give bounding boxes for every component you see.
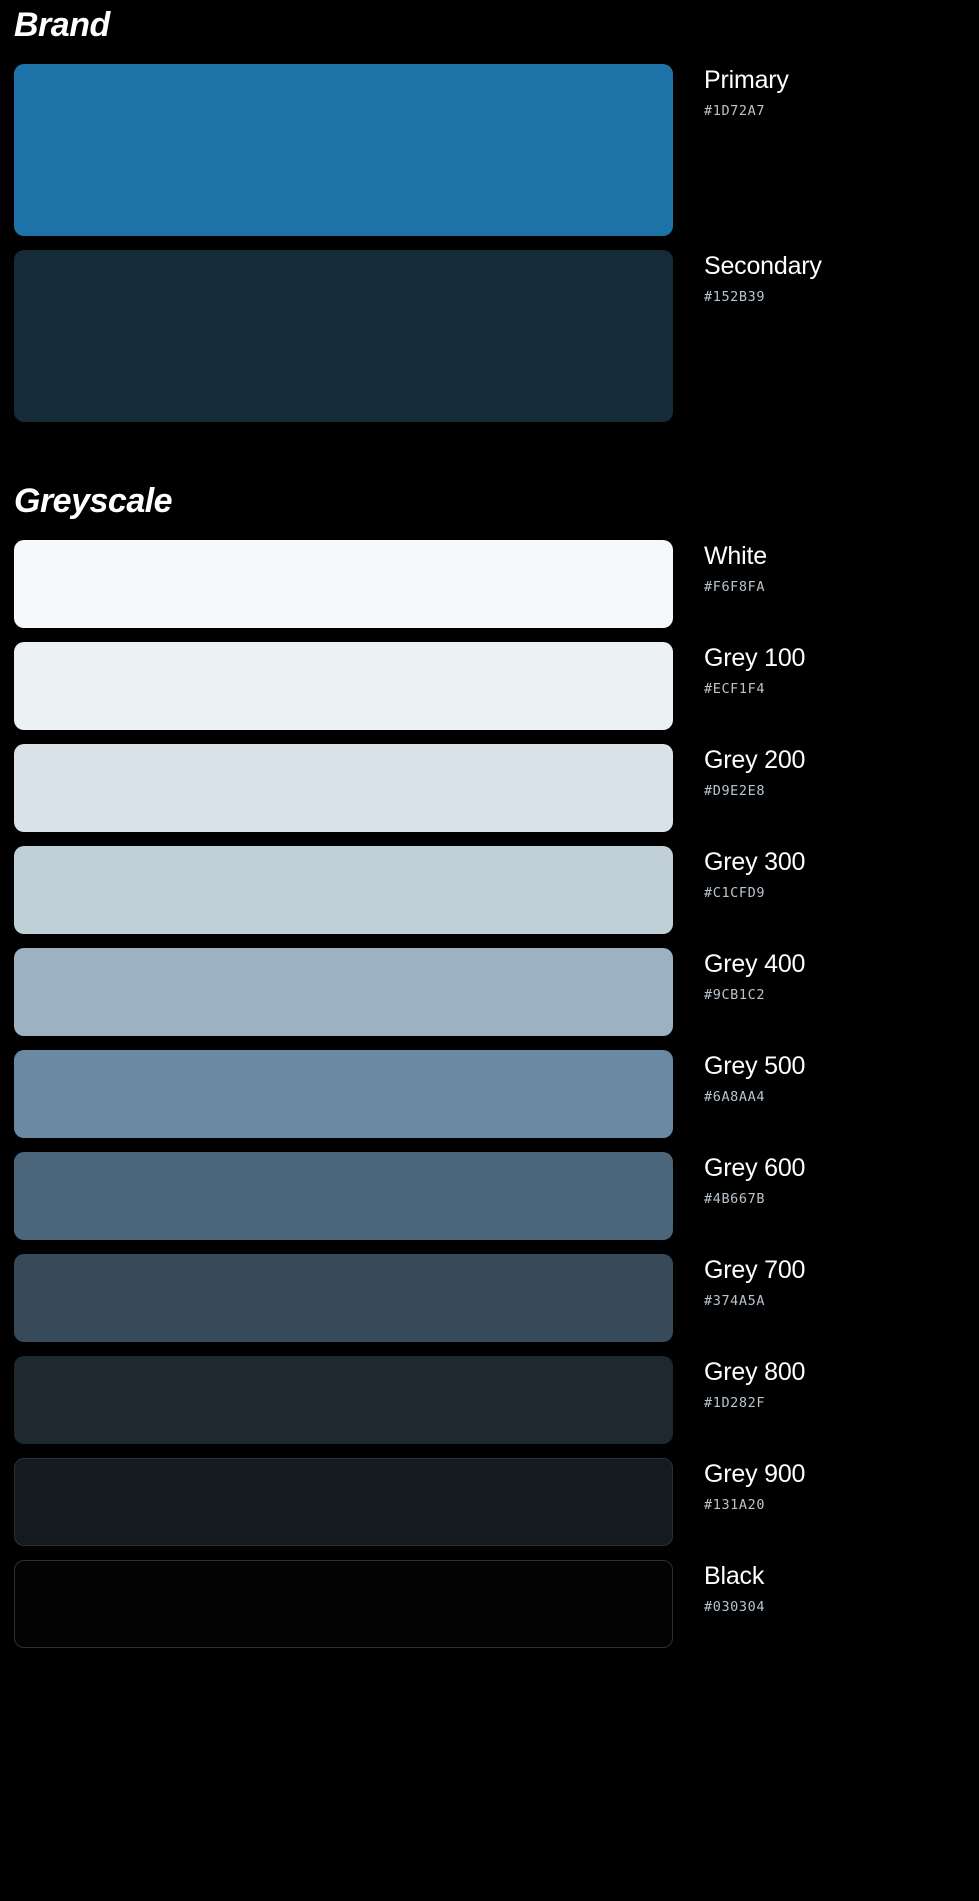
color-swatch-grey-700[interactable] — [14, 1254, 673, 1342]
color-swatch-grey-200[interactable] — [14, 744, 673, 832]
swatch-meta: Grey 200 #D9E2E8 — [673, 744, 979, 799]
swatch-hex-value: #030304 — [704, 1598, 766, 1615]
swatch-name: Grey 500 — [704, 1052, 806, 1080]
swatch-row[interactable]: Grey 700 #374A5A — [0, 1254, 979, 1342]
color-swatch-white[interactable] — [14, 540, 673, 628]
color-swatch-grey-900[interactable] — [14, 1458, 673, 1546]
swatch-meta: Primary #1D72A7 — [673, 64, 979, 119]
swatch-hex-value: #F6F8FA — [704, 578, 766, 595]
swatch-name: Grey 900 — [704, 1460, 806, 1488]
swatch-row[interactable]: Secondary #152B39 — [0, 250, 979, 422]
swatch-row[interactable]: Grey 800 #1D282F — [0, 1356, 979, 1444]
swatch-hex-value: #152B39 — [704, 288, 766, 305]
swatch-row[interactable]: Primary #1D72A7 — [0, 64, 979, 236]
color-swatch-grey-100[interactable] — [14, 642, 673, 730]
swatch-row[interactable]: White #F6F8FA — [0, 540, 979, 628]
swatch-name: Grey 400 — [704, 950, 806, 978]
swatch-name: Grey 200 — [704, 746, 806, 774]
swatch-meta: Grey 800 #1D282F — [673, 1356, 979, 1411]
swatch-row[interactable]: Grey 600 #4B667B — [0, 1152, 979, 1240]
swatch-name: Grey 600 — [704, 1154, 806, 1182]
section-title-greyscale: Greyscale — [14, 482, 173, 520]
color-swatch-grey-500[interactable] — [14, 1050, 673, 1138]
swatch-row[interactable]: Grey 200 #D9E2E8 — [0, 744, 979, 832]
swatch-hex-value: #4B667B — [704, 1190, 766, 1207]
swatch-meta: Grey 600 #4B667B — [673, 1152, 979, 1207]
swatch-name: Grey 800 — [704, 1358, 806, 1386]
color-swatch-grey-300[interactable] — [14, 846, 673, 934]
page-bottom-spacer — [0, 1662, 979, 1702]
swatch-list-brand: Primary #1D72A7 Secondary #152B39 — [0, 64, 979, 422]
swatch-hex-value: #1D72A7 — [704, 102, 766, 119]
section-brand: Brand Primary #1D72A7 Secondary #152B39 — [0, 0, 979, 422]
swatch-hex-value: #C1CFD9 — [704, 884, 766, 901]
swatch-name: White — [704, 542, 767, 570]
color-swatch-black[interactable] — [14, 1560, 673, 1648]
swatch-hex-value: #6A8AA4 — [704, 1088, 766, 1105]
swatch-meta: White #F6F8FA — [673, 540, 979, 595]
swatch-row[interactable]: Grey 900 #131A20 — [0, 1458, 979, 1546]
color-swatch-secondary[interactable] — [14, 250, 673, 422]
swatch-meta: Secondary #152B39 — [673, 250, 979, 305]
swatch-meta: Grey 900 #131A20 — [673, 1458, 979, 1513]
swatch-name: Secondary — [704, 252, 822, 280]
color-palette-page: Brand Primary #1D72A7 Secondary #152B39 … — [0, 0, 979, 1702]
swatch-row[interactable]: Black #030304 — [0, 1560, 979, 1648]
swatch-meta: Grey 400 #9CB1C2 — [673, 948, 979, 1003]
swatch-meta: Grey 500 #6A8AA4 — [673, 1050, 979, 1105]
swatch-row[interactable]: Grey 100 #ECF1F4 — [0, 642, 979, 730]
color-swatch-primary[interactable] — [14, 64, 673, 236]
swatch-name: Grey 100 — [704, 644, 806, 672]
color-swatch-grey-600[interactable] — [14, 1152, 673, 1240]
swatch-meta: Black #030304 — [673, 1560, 979, 1615]
swatch-meta: Grey 100 #ECF1F4 — [673, 642, 979, 697]
swatch-name: Black — [704, 1562, 765, 1590]
swatch-hex-value: #131A20 — [704, 1496, 766, 1513]
swatch-name: Grey 300 — [704, 848, 806, 876]
swatch-hex-value: #D9E2E8 — [704, 782, 766, 799]
section-title-brand: Brand — [14, 6, 110, 44]
swatch-hex-value: #374A5A — [704, 1292, 766, 1309]
swatch-list-greyscale: White #F6F8FA Grey 100 #ECF1F4 Grey 200 … — [0, 540, 979, 1648]
swatch-row[interactable]: Grey 500 #6A8AA4 — [0, 1050, 979, 1138]
swatch-meta: Grey 700 #374A5A — [673, 1254, 979, 1309]
swatch-meta: Grey 300 #C1CFD9 — [673, 846, 979, 901]
swatch-row[interactable]: Grey 400 #9CB1C2 — [0, 948, 979, 1036]
section-greyscale: Greyscale White #F6F8FA Grey 100 #ECF1F4 — [0, 484, 979, 1648]
color-swatch-grey-800[interactable] — [14, 1356, 673, 1444]
swatch-hex-value: #ECF1F4 — [704, 680, 766, 697]
swatch-hex-value: #1D282F — [704, 1394, 766, 1411]
swatch-row[interactable]: Grey 300 #C1CFD9 — [0, 846, 979, 934]
color-swatch-grey-400[interactable] — [14, 948, 673, 1036]
swatch-name: Primary — [704, 66, 789, 94]
swatch-hex-value: #9CB1C2 — [704, 986, 766, 1003]
swatch-name: Grey 700 — [704, 1256, 806, 1284]
